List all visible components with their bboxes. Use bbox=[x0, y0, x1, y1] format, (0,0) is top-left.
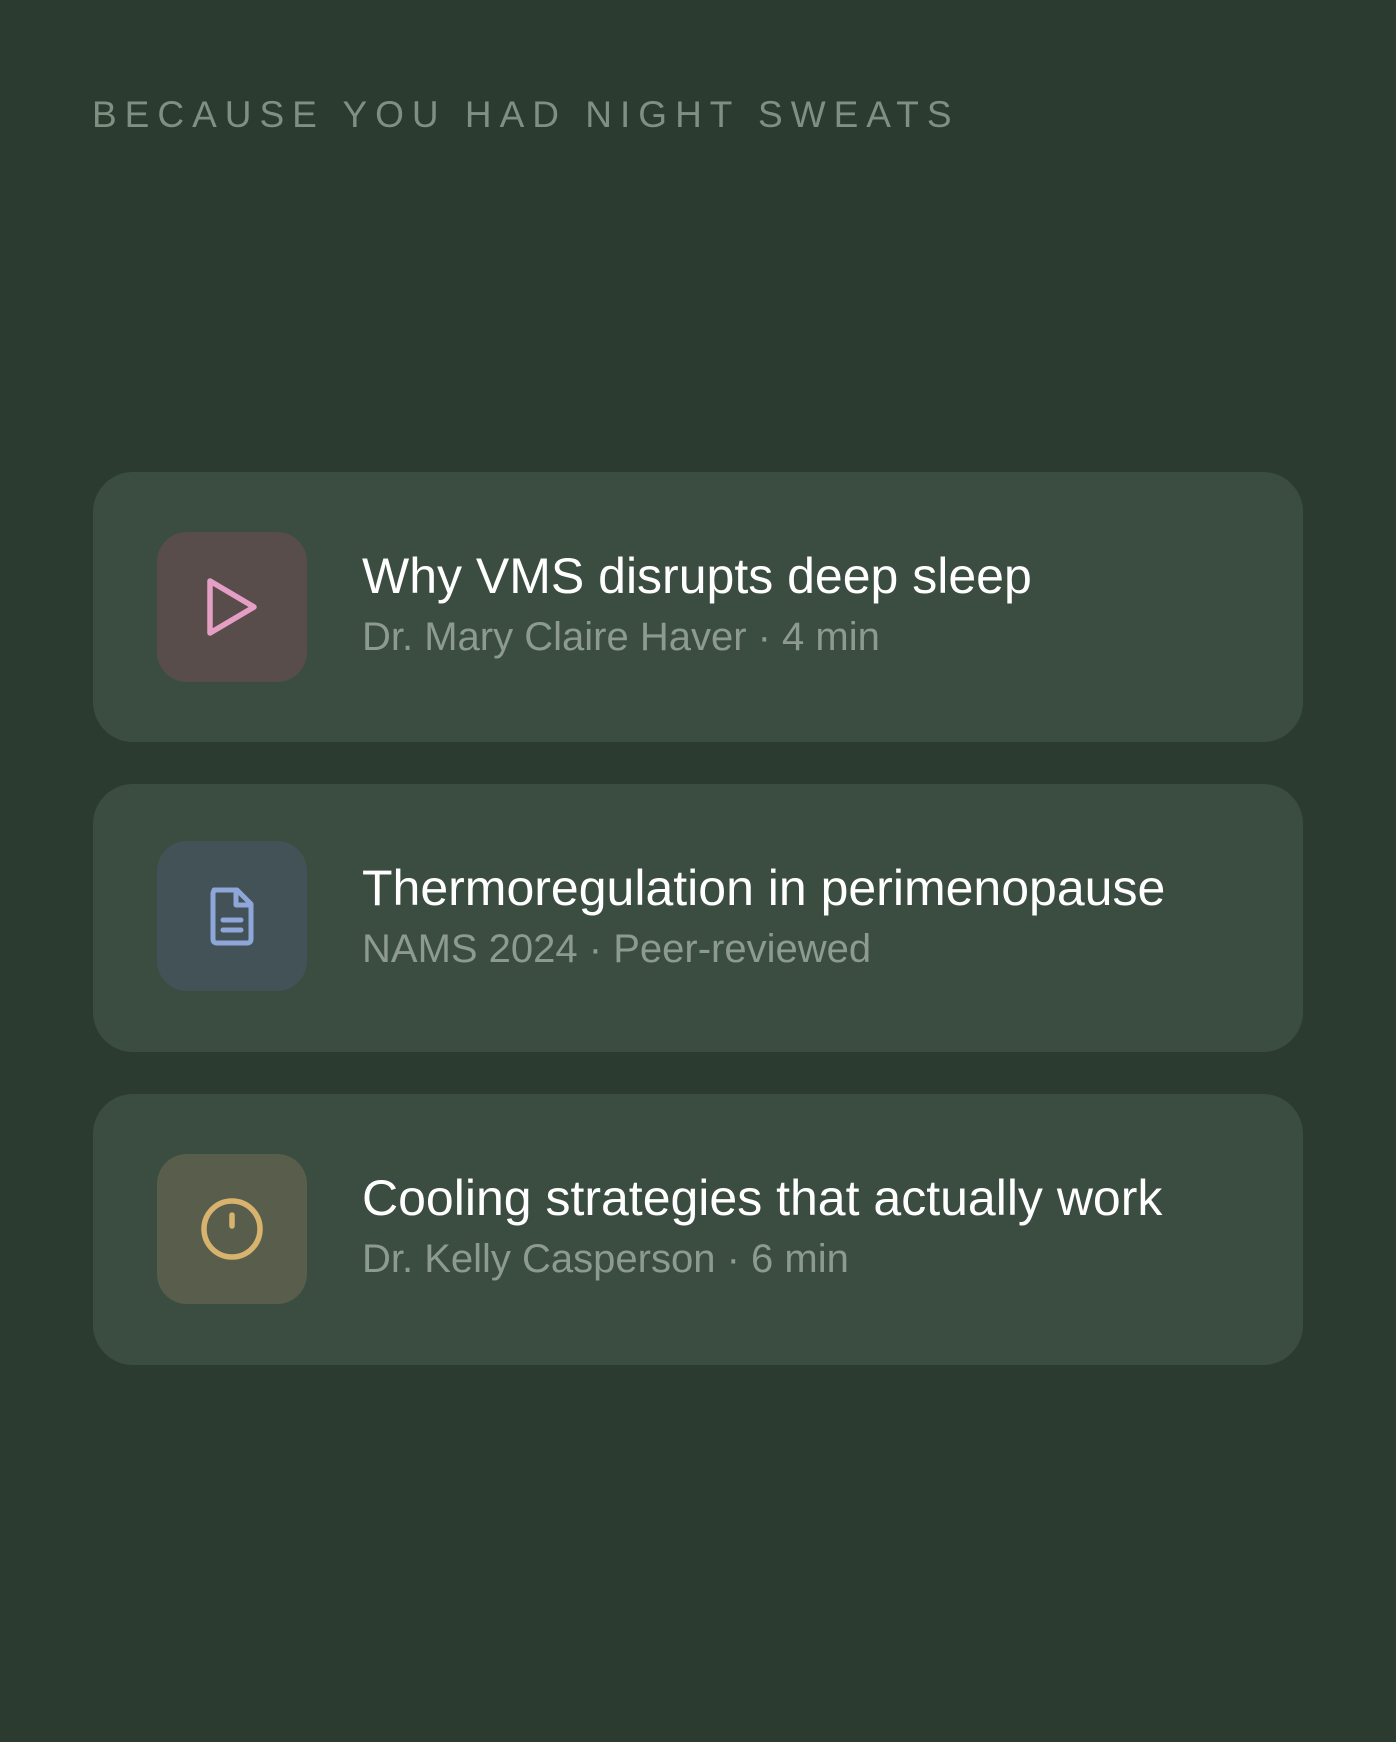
article-tile bbox=[157, 841, 307, 991]
document-icon bbox=[210, 887, 254, 946]
recommendation-card[interactable]: Thermoregulation in perimenopause NAMS 2… bbox=[93, 784, 1303, 1052]
card-title: Thermoregulation in perimenopause bbox=[362, 860, 1166, 916]
card-text: Cooling strategies that actually work Dr… bbox=[362, 1170, 1263, 1282]
card-meta: Dr. Kelly Casperson · 6 min bbox=[362, 1237, 849, 1281]
play-icon bbox=[207, 578, 257, 636]
section-heading: BECAUSE YOU HAD NIGHT SWEATS bbox=[92, 94, 960, 135]
card-meta: Dr. Mary Claire Haver · 4 min bbox=[362, 615, 880, 659]
recommendation-card[interactable]: Why VMS disrupts deep sleep Dr. Mary Cla… bbox=[93, 472, 1303, 742]
card-text: Thermoregulation in perimenopause NAMS 2… bbox=[362, 860, 1263, 972]
card-meta: NAMS 2024 · Peer-reviewed bbox=[362, 927, 872, 971]
recommendation-list: Why VMS disrupts deep sleep Dr. Mary Cla… bbox=[93, 472, 1303, 1365]
clock-icon bbox=[201, 1198, 263, 1260]
card-title: Cooling strategies that actually work bbox=[362, 1170, 1163, 1226]
card-title: Why VMS disrupts deep sleep bbox=[362, 548, 1032, 604]
video-tile bbox=[157, 532, 307, 682]
recommendation-card[interactable]: Cooling strategies that actually work Dr… bbox=[93, 1094, 1303, 1365]
podcast-tile bbox=[157, 1154, 307, 1304]
card-text: Why VMS disrupts deep sleep Dr. Mary Cla… bbox=[362, 548, 1263, 660]
